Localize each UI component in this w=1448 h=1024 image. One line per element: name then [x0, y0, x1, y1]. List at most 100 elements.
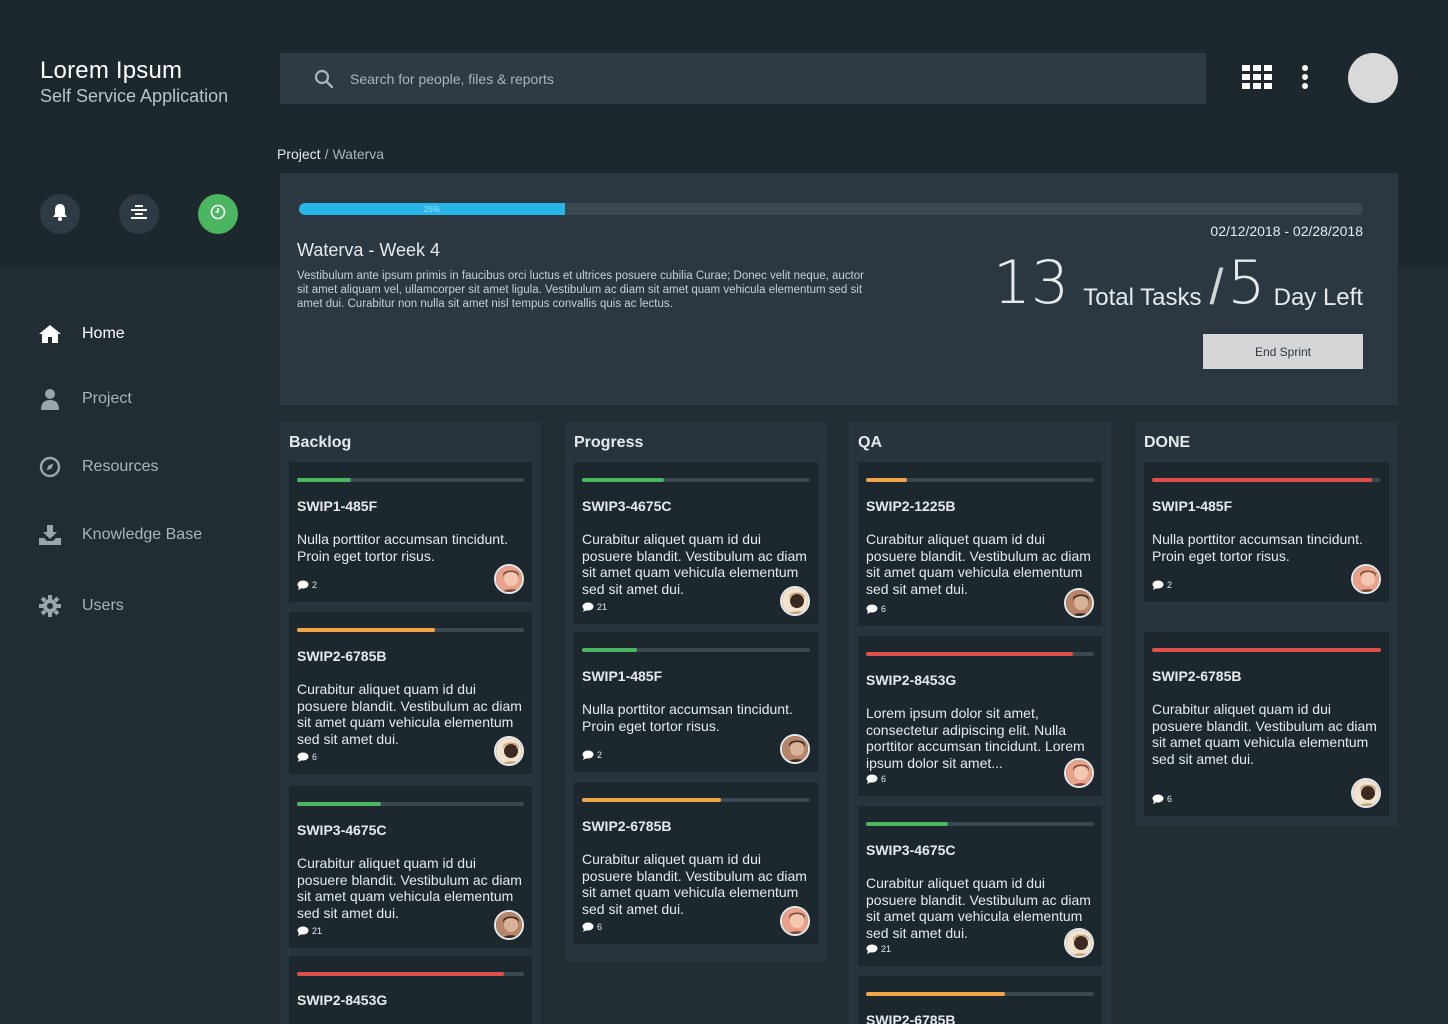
- card-id: SWIP1-485F: [297, 498, 378, 514]
- task-card[interactable]: SWIP1-485F Nulla porttitor accumsan tinci…: [289, 462, 532, 602]
- card-comment-count: 2: [1152, 580, 1172, 590]
- board-column-progress: Progress SWIP3-4675C Curabitur aliquet qua…: [565, 422, 827, 962]
- sprint-progress-bar: 25%: [299, 203, 1363, 215]
- card-comment-count: 21: [866, 944, 891, 954]
- task-card[interactable]: SWIP3-4675C Curabitur aliquet quam id dui…: [858, 806, 1102, 966]
- timer-button[interactable]: [198, 194, 238, 234]
- sidebar-item-home[interactable]: Home: [38, 322, 125, 346]
- app-title: Lorem Ipsum: [40, 57, 183, 84]
- gear-icon: [38, 594, 62, 618]
- card-id: SWIP2-6785B: [866, 1012, 956, 1024]
- app-root: Lorem Ipsum Self Service Application Sea…: [0, 0, 1448, 1024]
- sidebar-item-users[interactable]: Users: [38, 594, 124, 618]
- card-comment-count: 21: [297, 926, 322, 936]
- card-progress-bar: [1152, 478, 1381, 482]
- task-card[interactable]: SWIP2-6785B: [858, 976, 1102, 1024]
- sidebar-item-label: Home: [82, 325, 125, 342]
- notifications-button[interactable]: [40, 194, 80, 234]
- assignee-avatar[interactable]: [1064, 588, 1094, 618]
- board-column-backlog: Backlog SWIP1-485F Nulla porttitor accumsa…: [280, 422, 541, 1024]
- card-comment-count: 2: [297, 580, 317, 590]
- card-progress-bar: [582, 478, 810, 482]
- sidebar-item-knowledge-base[interactable]: Knowledge Base: [38, 523, 202, 547]
- more-vertical-icon[interactable]: [1298, 64, 1312, 92]
- task-card[interactable]: SWIP2-6785B Curabitur aliquet quam id dui…: [1144, 632, 1389, 816]
- card-id: SWIP2-6785B: [297, 648, 387, 664]
- download-icon: [38, 523, 62, 547]
- brand: Lorem Ipsum Self Service Application: [40, 57, 228, 107]
- card-id: SWIP1-485F: [1152, 498, 1233, 514]
- task-card[interactable]: SWIP2-1225B Curabitur aliquet quam id dui…: [858, 462, 1102, 626]
- assignee-avatar[interactable]: [1064, 928, 1094, 958]
- sidebar-item-label: Resources: [82, 458, 159, 475]
- task-card[interactable]: SWIP2-6785B Curabitur aliquet quam id dui…: [289, 612, 532, 774]
- comment-icon: [582, 750, 594, 760]
- compass-icon: [38, 455, 62, 479]
- card-progress-bar: [582, 648, 810, 652]
- search-bar[interactable]: [280, 53, 1206, 104]
- assignee-avatar[interactable]: [1351, 778, 1381, 808]
- sprint-progress-fill: 25%: [299, 203, 565, 215]
- bell-icon: [52, 203, 68, 226]
- card-progress-fill: [582, 798, 722, 802]
- user-avatar[interactable]: [1348, 53, 1398, 103]
- stats-divider: /: [1209, 259, 1224, 315]
- breadcrumb-parent[interactable]: Project: [277, 146, 321, 162]
- assignee-avatar[interactable]: [494, 564, 524, 594]
- card-comment-count: 6: [297, 752, 317, 762]
- sidebar-item-project[interactable]: Project: [38, 387, 132, 411]
- menu-button[interactable]: [119, 194, 159, 234]
- comment-count: 2: [312, 580, 318, 590]
- comment-icon: [866, 774, 878, 784]
- breadcrumb-current: Waterva: [332, 146, 385, 162]
- card-progress-bar: [1152, 648, 1381, 652]
- card-progress-bar: [297, 802, 524, 806]
- card-id: SWIP1-485F: [582, 668, 663, 684]
- assignee-avatar[interactable]: [1064, 758, 1094, 788]
- board-column-done: DONE SWIP1-485F Nulla porttitor accumsan t…: [1135, 422, 1398, 826]
- card-progress-fill: [866, 822, 949, 826]
- card-progress-fill: [297, 478, 352, 482]
- apps-grid-icon[interactable]: [1242, 65, 1274, 89]
- task-card[interactable]: SWIP1-485F Nulla porttitor accumsan tinci…: [1144, 462, 1389, 602]
- comment-count: 6: [881, 604, 887, 614]
- assignee-avatar[interactable]: [494, 910, 524, 940]
- task-card[interactable]: SWIP2-6785B Curabitur aliquet quam id dui…: [574, 782, 818, 944]
- comment-count: 2: [597, 750, 603, 760]
- card-description: Curabitur aliquet quam id dui posuere bl…: [297, 855, 522, 921]
- comment-count: 6: [597, 922, 603, 932]
- comment-icon: [582, 922, 594, 932]
- sidebar-item-resources[interactable]: Resources: [38, 455, 158, 479]
- task-card[interactable]: SWIP3-4675C Curabitur aliquet quam id dui…: [574, 462, 818, 624]
- card-comment-count: 6: [1152, 794, 1172, 804]
- card-description: Nulla porttitor accumsan tincidunt. Proi…: [582, 701, 793, 734]
- assignee-avatar[interactable]: [494, 736, 524, 766]
- card-progress-bar: [297, 972, 524, 976]
- comment-count: 6: [881, 774, 887, 784]
- end-sprint-button[interactable]: End Sprint: [1203, 334, 1363, 369]
- sprint-stats: 13 Total Tasks / 5 Day Left: [993, 253, 1363, 313]
- card-progress-bar: [582, 798, 810, 802]
- card-description: Curabitur aliquet quam id dui posuere bl…: [1152, 701, 1377, 767]
- search-input[interactable]: [350, 70, 950, 87]
- task-card[interactable]: SWIP1-485F Nulla porttitor accumsan tinci…: [574, 632, 818, 772]
- clock-icon: [210, 204, 226, 225]
- card-progress-fill: [297, 628, 436, 632]
- assignee-avatar[interactable]: [780, 734, 810, 764]
- card-progress-fill: [1152, 648, 1381, 652]
- task-card[interactable]: SWIP2-8453G: [289, 956, 532, 1024]
- assignee-avatar[interactable]: [1351, 564, 1381, 594]
- task-card[interactable]: SWIP3-4675C Curabitur aliquet quam id dui…: [289, 786, 532, 948]
- card-progress-bar: [297, 628, 524, 632]
- sidebar-item-label: Project: [82, 390, 132, 407]
- task-card[interactable]: SWIP2-8453G Lorem ipsum dolor sit amet, c…: [858, 636, 1102, 796]
- comment-icon: [866, 944, 878, 954]
- comment-icon: [297, 580, 309, 590]
- card-comment-count: 2: [582, 750, 602, 760]
- assignee-avatar[interactable]: [780, 906, 810, 936]
- board-column-qa: QA SWIP2-1225B Curabitur aliquet quam id d…: [849, 422, 1111, 1024]
- card-description: Curabitur aliquet quam id dui posuere bl…: [297, 681, 522, 747]
- assignee-avatar[interactable]: [780, 586, 810, 616]
- days-left-label: Day Left: [1273, 284, 1363, 311]
- search-icon: [314, 69, 334, 89]
